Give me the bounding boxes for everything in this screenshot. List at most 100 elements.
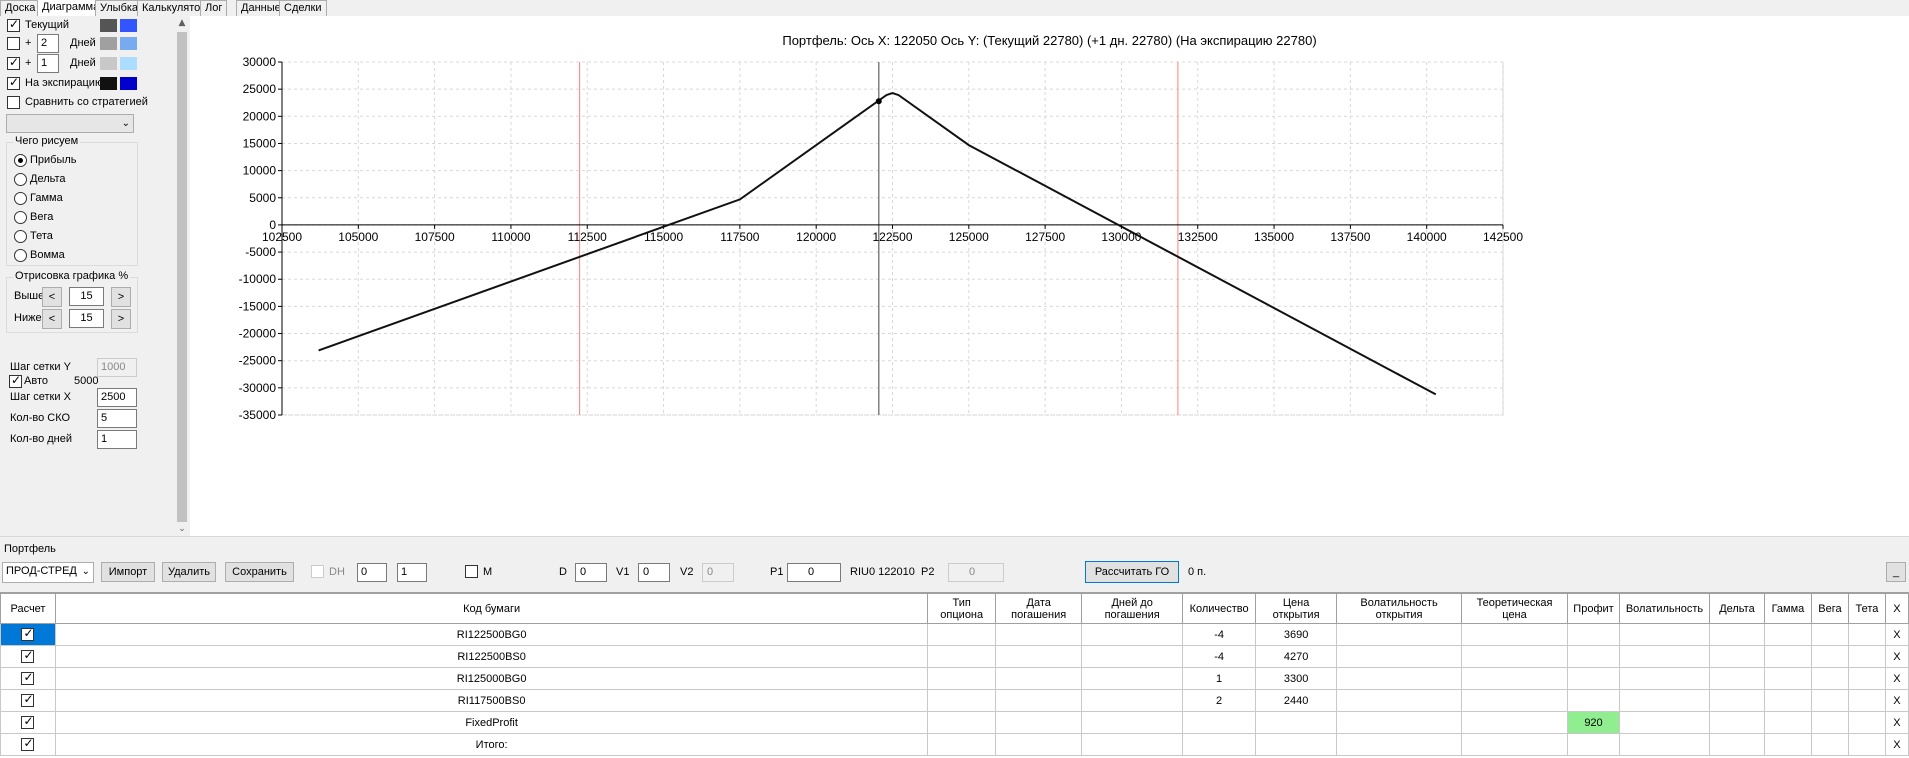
radio-profit[interactable] <box>14 154 27 167</box>
plus-label-2: + <box>25 57 32 69</box>
expiry-checkbox[interactable] <box>7 75 20 90</box>
col-open-price[interactable]: Цена открытия <box>1255 593 1338 624</box>
below-decrease-button[interactable]: < <box>42 309 62 329</box>
plus1-color-1[interactable] <box>100 37 117 50</box>
dh-checkbox[interactable] <box>311 565 324 578</box>
row-open-price <box>1255 711 1338 734</box>
days-input-1[interactable]: 2 <box>37 34 59 53</box>
col-gamma[interactable]: Гамма <box>1763 593 1812 624</box>
y-tick-label: 30000 <box>243 55 277 69</box>
sko-input[interactable]: 5 <box>97 409 137 428</box>
compare-strategy-checkbox[interactable] <box>7 96 20 109</box>
plus-days-checkbox-2[interactable] <box>7 55 20 70</box>
row-delete-button[interactable]: X <box>1884 733 1909 756</box>
v2-input[interactable]: 0 <box>702 563 734 582</box>
row-delete-button[interactable]: X <box>1884 645 1909 668</box>
tab-board[interactable]: Доска <box>0 0 41 16</box>
col-profit[interactable]: Профит <box>1567 593 1620 624</box>
radio-vomma[interactable] <box>14 249 27 262</box>
current-color-1[interactable] <box>100 19 117 32</box>
dh-label: DH <box>329 566 345 578</box>
row-calc-checkbox[interactable] <box>21 736 35 751</box>
radio-vega[interactable] <box>14 211 27 224</box>
radio-delta[interactable] <box>14 173 27 186</box>
table-row[interactable]: RI122500BG0 -4 3690 X <box>0 623 1909 646</box>
compare-strategy-select[interactable]: ⌄ <box>6 114 134 133</box>
above-decrease-button[interactable]: < <box>42 287 62 307</box>
tab-log[interactable]: Лог <box>200 0 228 16</box>
row-calc-checkbox[interactable] <box>21 626 35 641</box>
p1-input[interactable]: 0 <box>787 563 841 582</box>
v1-input[interactable]: 0 <box>638 563 670 582</box>
table-row[interactable]: RI122500BS0 -4 4270 X <box>0 645 1909 668</box>
col-expiry-date[interactable]: Дата погашения <box>995 593 1083 624</box>
col-vega[interactable]: Вега <box>1810 593 1849 624</box>
current-color-2[interactable] <box>120 19 137 32</box>
d-input[interactable]: 0 <box>575 563 607 582</box>
y-tick-label: 20000 <box>243 109 277 123</box>
plus1-color-2[interactable] <box>120 37 137 50</box>
payoff-chart-svg: 102500 105000 107500 110000 112500 115000 1175… <box>239 55 1524 422</box>
radio-theta[interactable] <box>14 230 27 243</box>
grid-x-input[interactable]: 2500 <box>97 388 137 407</box>
m-checkbox[interactable] <box>465 565 478 578</box>
scrollbar-thumb[interactable] <box>177 32 187 522</box>
expiry-color-2[interactable] <box>120 77 137 90</box>
row-delete-button[interactable]: X <box>1884 689 1909 712</box>
table-row[interactable]: FixedProfit 920 X <box>0 711 1909 734</box>
radio-gamma[interactable] <box>14 192 27 205</box>
auto-grid-checkbox[interactable] <box>9 373 22 388</box>
below-increase-button[interactable]: > <box>111 309 131 329</box>
col-option-type[interactable]: Тип опциона <box>927 593 997 624</box>
row-calc-checkbox[interactable] <box>21 692 35 707</box>
current-point-marker <box>875 98 882 105</box>
row-calc-checkbox[interactable] <box>21 714 35 729</box>
col-theoretical-price[interactable]: Теоретическая цена <box>1461 593 1568 624</box>
row-calc-checkbox[interactable] <box>21 670 35 685</box>
col-days-to-expiry[interactable]: Дней до погашения <box>1081 593 1184 624</box>
col-delta[interactable]: Дельта <box>1708 593 1765 624</box>
col-quantity[interactable]: Количество <box>1182 593 1257 624</box>
dh-input-2[interactable]: 1 <box>397 563 427 582</box>
row-delete-button[interactable]: X <box>1884 667 1909 690</box>
below-input[interactable]: 15 <box>69 309 104 328</box>
col-volatility[interactable]: Волатильность <box>1618 593 1710 624</box>
col-code[interactable]: Код бумаги <box>54 593 929 624</box>
splitter[interactable] <box>0 536 1909 542</box>
grid-y-input[interactable]: 1000 <box>97 358 137 377</box>
strategy-select[interactable]: ПРОД-СТРЕД ⌄ <box>2 562 94 583</box>
p2-input[interactable]: 0 <box>948 563 1004 582</box>
plus2-color-2[interactable] <box>120 57 137 70</box>
col-open-volatility[interactable]: Волатильность открытия <box>1336 593 1463 624</box>
row-delete-button[interactable]: X <box>1884 711 1909 734</box>
row-calc-checkbox[interactable] <box>21 648 35 663</box>
expiry-color-1[interactable] <box>100 77 117 90</box>
table-row[interactable]: RI117500BS0 2 2440 X <box>0 689 1909 712</box>
delete-button[interactable]: Удалить <box>162 562 216 582</box>
row-delete-button[interactable]: X <box>1884 623 1909 646</box>
days-count-input[interactable]: 1 <box>97 430 137 449</box>
above-increase-button[interactable]: > <box>111 287 131 307</box>
import-button[interactable]: Импорт <box>101 562 155 582</box>
plus-days-checkbox-1[interactable] <box>7 37 20 50</box>
dh-input-1[interactable]: 0 <box>357 563 387 582</box>
col-calc[interactable]: Расчет <box>0 593 56 624</box>
row-open-price: 2440 <box>1255 689 1338 712</box>
scroll-up-icon[interactable]: ▲ <box>175 16 189 30</box>
col-delete[interactable]: X <box>1884 593 1909 624</box>
table-row[interactable]: RI125000BG0 1 3300 X <box>0 667 1909 690</box>
y-tick-label: 25000 <box>243 82 277 96</box>
col-theta[interactable]: Тета <box>1847 593 1886 624</box>
scroll-down-icon[interactable]: ⌄ <box>175 522 189 536</box>
calculate-go-button[interactable]: Рассчитать ГО <box>1085 561 1179 583</box>
minimize-panel-button[interactable]: _ <box>1886 562 1906 582</box>
table-row[interactable]: Итого: X <box>0 733 1909 756</box>
save-button[interactable]: Сохранить <box>225 562 294 582</box>
current-checkbox[interactable] <box>7 17 20 32</box>
tab-smile[interactable]: Улыбка <box>95 0 144 16</box>
settings-scrollbar[interactable]: ▲ ⌄ <box>175 16 189 536</box>
plus2-color-1[interactable] <box>100 57 117 70</box>
tab-deals[interactable]: Сделки <box>279 0 327 16</box>
above-input[interactable]: 15 <box>69 287 104 306</box>
days-input-2[interactable]: 1 <box>37 54 59 73</box>
